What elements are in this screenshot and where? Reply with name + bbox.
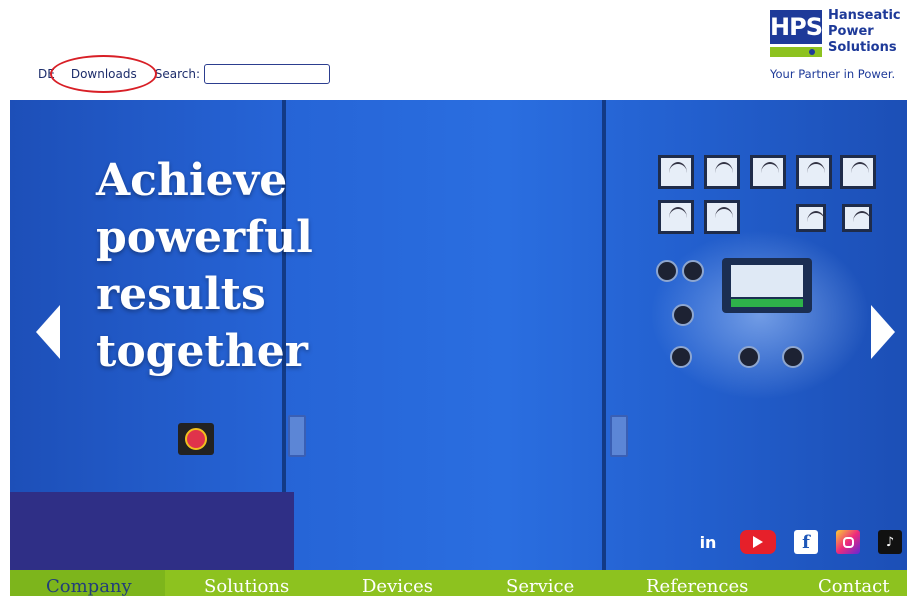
chevron-right-icon[interactable] (871, 305, 895, 359)
logo-line-1: Hanseatic (828, 8, 901, 23)
gauge-icon (796, 204, 826, 232)
switch-knob-icon (782, 346, 804, 368)
top-bar: DE Downloads Search: HPS Hanseatic Power… (0, 0, 907, 100)
tiktok-icon[interactable]: ♪ (878, 530, 902, 554)
controller-display (722, 258, 812, 313)
nav-item-contact[interactable]: Contact (818, 574, 889, 600)
hero-slider: Achieve powerful results together in f ♪ (10, 100, 907, 570)
logo-dot (809, 49, 815, 55)
gauge-icon (658, 200, 694, 234)
logo-abbrev: HPS (770, 10, 823, 44)
door-handle (610, 415, 628, 457)
headline-line: Achieve (96, 155, 288, 206)
linkedin-icon[interactable]: in (696, 530, 720, 554)
gauge-icon (704, 155, 740, 189)
nav-item-company[interactable]: Company (46, 574, 132, 600)
cabinet-seam (602, 100, 606, 570)
main-nav: Company Solutions Devices Service Refere… (10, 570, 907, 597)
youtube-icon[interactable] (740, 530, 776, 554)
hero-headline: Achieve powerful results together (96, 152, 313, 380)
nav-item-service[interactable]: Service (506, 574, 574, 600)
language-link[interactable]: DE (38, 67, 55, 81)
gauge-icon (842, 204, 872, 232)
logo-line-2: Power (828, 24, 874, 39)
door-handle (288, 415, 306, 457)
gauge-icon (840, 155, 876, 189)
display-status-bar (731, 299, 803, 307)
headline-line: powerful (96, 212, 313, 263)
gauge-icon (658, 155, 694, 189)
utility-links: DE Downloads Search: (38, 64, 331, 84)
switch-knob-icon (738, 346, 760, 368)
facebook-icon[interactable]: f (794, 530, 818, 554)
switch-knob-icon (670, 346, 692, 368)
gauge-icon (750, 155, 786, 189)
downloads-link[interactable]: Downloads (71, 67, 137, 81)
display-screen (731, 265, 803, 297)
overlay-block (10, 492, 294, 570)
switch-knob-icon (656, 260, 678, 282)
gauge-icon (796, 155, 832, 189)
headline-line: together (96, 326, 308, 377)
logo-wordmark: Hanseatic Power Solutions (828, 8, 901, 56)
gauge-icon (704, 200, 740, 234)
emergency-stop-icon (178, 423, 214, 455)
switch-knob-icon (682, 260, 704, 282)
headline-line: results (96, 269, 266, 320)
search-label: Search: (154, 67, 201, 81)
hps-logo[interactable]: HPS Hanseatic Power Solutions Your Partn… (768, 7, 904, 83)
logo-line-3: Solutions (828, 40, 897, 55)
instagram-icon[interactable] (836, 530, 860, 554)
nav-item-solutions[interactable]: Solutions (204, 574, 289, 600)
logo-tagline: Your Partner in Power. (770, 67, 896, 81)
chevron-left-icon[interactable] (36, 305, 60, 359)
switch-knob-icon (672, 304, 694, 326)
nav-item-references[interactable]: References (646, 574, 748, 600)
nav-item-devices[interactable]: Devices (362, 574, 433, 600)
search-input[interactable] (204, 64, 331, 84)
